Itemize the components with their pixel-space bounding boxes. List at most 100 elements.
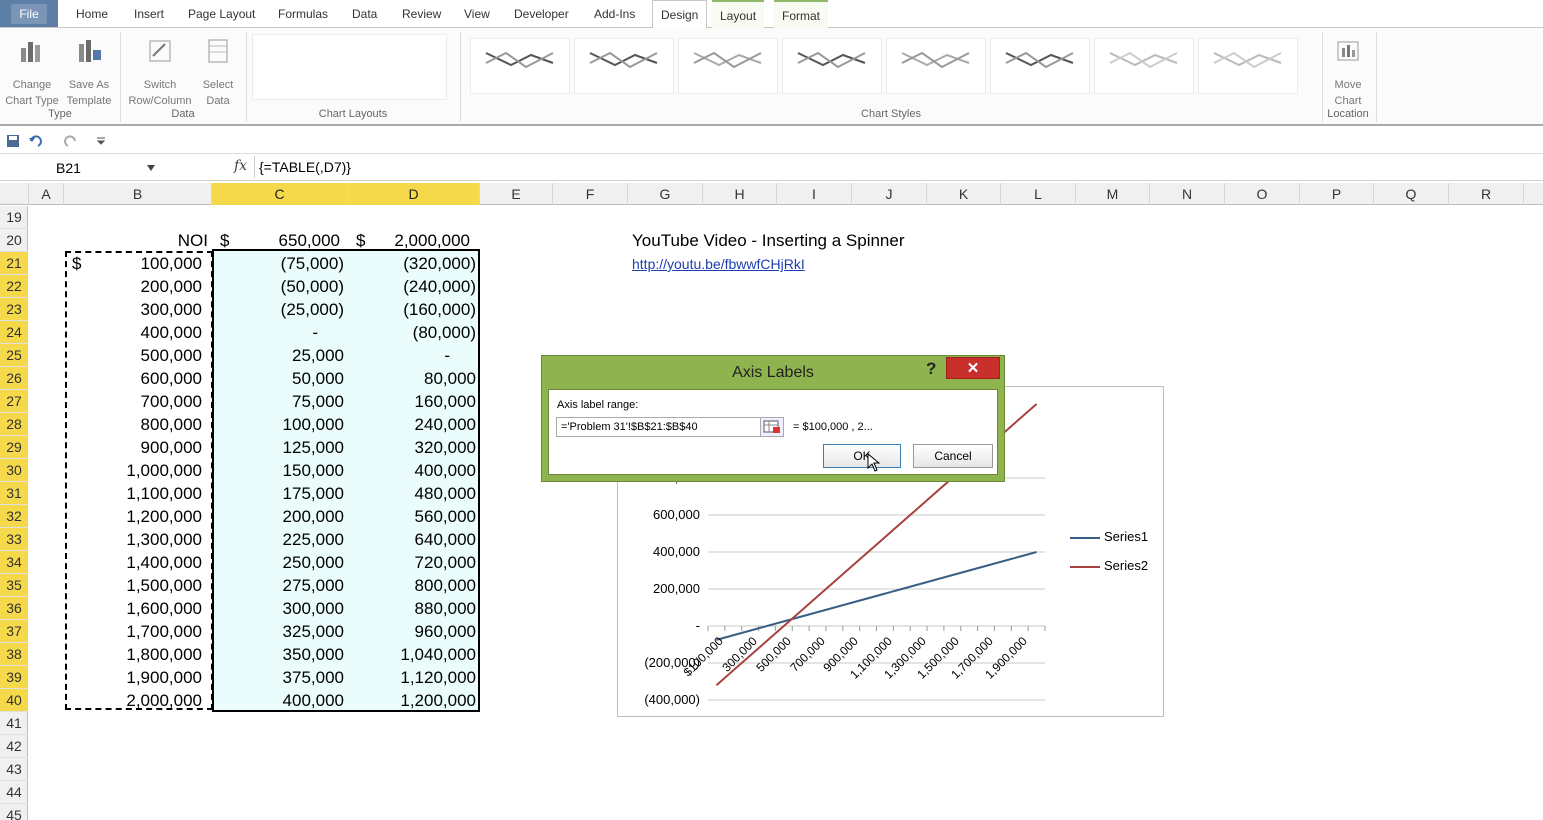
- row-header[interactable]: 45: [0, 804, 28, 820]
- table-cell-b[interactable]: 1,600,000: [80, 597, 202, 620]
- table-cell-c[interactable]: 50,000: [220, 367, 344, 390]
- save-as-template-button[interactable]: Save As Template: [62, 36, 116, 109]
- tab-format[interactable]: Format: [774, 0, 829, 28]
- cell-header-c[interactable]: 650,000: [230, 229, 340, 252]
- table-cell-d[interactable]: 80,000: [356, 367, 476, 390]
- row-header[interactable]: 44: [0, 781, 28, 804]
- row-header[interactable]: 26: [0, 367, 28, 390]
- row-header[interactable]: 30: [0, 459, 28, 482]
- column-header-p[interactable]: P: [1300, 183, 1374, 205]
- tab-file[interactable]: File: [0, 0, 58, 27]
- table-cell-d[interactable]: 480,000: [356, 482, 476, 505]
- table-cell-c[interactable]: (50,000): [220, 275, 344, 298]
- table-cell-c[interactable]: 375,000: [220, 666, 344, 689]
- table-cell-c[interactable]: 325,000: [220, 620, 344, 643]
- table-cell-b[interactable]: 200,000: [80, 275, 202, 298]
- table-cell-d[interactable]: 320,000: [356, 436, 476, 459]
- table-cell-c[interactable]: 175,000: [220, 482, 344, 505]
- select-data-button[interactable]: Select Data: [198, 36, 238, 109]
- row-header[interactable]: 42: [0, 735, 28, 758]
- customize-toolbar-icon[interactable]: [96, 136, 106, 146]
- table-cell-c[interactable]: 150,000: [220, 459, 344, 482]
- table-cell-b[interactable]: 1,400,000: [80, 551, 202, 574]
- table-cell-b[interactable]: 400,000: [80, 321, 202, 344]
- chart-style-thumb[interactable]: [574, 38, 674, 94]
- tab-add-ins[interactable]: Add-Ins: [586, 0, 643, 28]
- table-cell-b[interactable]: 900,000: [80, 436, 202, 459]
- tab-formulas[interactable]: Formulas: [270, 0, 336, 28]
- chart-style-thumb[interactable]: [990, 38, 1090, 94]
- table-cell-b[interactable]: 100,000: [80, 252, 202, 275]
- table-cell-d[interactable]: 1,120,000: [356, 666, 476, 689]
- cell-header-d[interactable]: 2,000,000: [370, 229, 470, 252]
- column-header-k[interactable]: K: [927, 183, 1001, 205]
- row-header[interactable]: 31: [0, 482, 28, 505]
- range-picker-button[interactable]: [760, 417, 784, 437]
- row-header[interactable]: 40: [0, 689, 28, 712]
- insert-function-icon[interactable]: fx: [234, 158, 247, 174]
- table-cell-b[interactable]: 1,000,000: [80, 459, 202, 482]
- row-header[interactable]: 37: [0, 620, 28, 643]
- table-cell-d[interactable]: (240,000): [356, 275, 476, 298]
- row-header[interactable]: 24: [0, 321, 28, 344]
- table-cell-d[interactable]: -: [356, 344, 476, 367]
- column-header-n[interactable]: N: [1150, 183, 1225, 205]
- video-link[interactable]: http://youtu.be/fbwwfCHjRkI: [632, 253, 805, 276]
- column-header-r[interactable]: R: [1449, 183, 1524, 205]
- table-cell-c[interactable]: (25,000): [220, 298, 344, 321]
- column-header-f[interactable]: F: [553, 183, 628, 205]
- cell-noi-label[interactable]: NOI: [64, 229, 208, 252]
- row-header[interactable]: 28: [0, 413, 28, 436]
- row-header[interactable]: 32: [0, 505, 28, 528]
- switch-row-column-button[interactable]: Switch Row/Column: [124, 36, 196, 109]
- table-cell-c[interactable]: 200,000: [220, 505, 344, 528]
- table-cell-d[interactable]: (80,000): [356, 321, 476, 344]
- row-header[interactable]: 25: [0, 344, 28, 367]
- chevron-down-icon[interactable]: [146, 164, 156, 172]
- table-cell-c[interactable]: 100,000: [220, 413, 344, 436]
- close-button[interactable]: ✕: [946, 357, 1000, 379]
- row-header[interactable]: 34: [0, 551, 28, 574]
- table-cell-b[interactable]: 1,700,000: [80, 620, 202, 643]
- table-cell-b[interactable]: 800,000: [80, 413, 202, 436]
- table-cell-d[interactable]: 560,000: [356, 505, 476, 528]
- row-header[interactable]: 29: [0, 436, 28, 459]
- tab-review[interactable]: Review: [394, 0, 449, 28]
- row-header[interactable]: 33: [0, 528, 28, 551]
- chart-style-thumb[interactable]: [886, 38, 986, 94]
- table-cell-b[interactable]: 2,000,000: [80, 689, 202, 712]
- table-cell-d[interactable]: (160,000): [356, 298, 476, 321]
- table-cell-d[interactable]: 880,000: [356, 597, 476, 620]
- chart-style-thumb[interactable]: [782, 38, 882, 94]
- table-cell-b[interactable]: 1,100,000: [80, 482, 202, 505]
- column-header-c[interactable]: C: [212, 183, 348, 205]
- undo-icon[interactable]: [28, 134, 48, 148]
- column-header-l[interactable]: L: [1001, 183, 1076, 205]
- table-cell-b[interactable]: 1,500,000: [80, 574, 202, 597]
- tab-data[interactable]: Data: [344, 0, 385, 28]
- move-chart-button[interactable]: Move Chart: [1326, 36, 1370, 109]
- table-cell-d[interactable]: 1,200,000: [356, 689, 476, 712]
- row-header[interactable]: 35: [0, 574, 28, 597]
- column-header-q[interactable]: Q: [1374, 183, 1449, 205]
- table-cell-c[interactable]: 400,000: [220, 689, 344, 712]
- table-cell-b[interactable]: 300,000: [80, 298, 202, 321]
- row-header[interactable]: 20: [0, 229, 28, 252]
- table-cell-d[interactable]: (320,000): [356, 252, 476, 275]
- table-cell-d[interactable]: 720,000: [356, 551, 476, 574]
- column-header-a[interactable]: A: [29, 183, 64, 205]
- table-cell-d[interactable]: 400,000: [356, 459, 476, 482]
- table-cell-d[interactable]: 1,040,000: [356, 643, 476, 666]
- save-icon[interactable]: [6, 134, 20, 148]
- row-header[interactable]: 27: [0, 390, 28, 413]
- chart-style-thumb[interactable]: [678, 38, 778, 94]
- table-cell-b[interactable]: 1,900,000: [80, 666, 202, 689]
- table-cell-c[interactable]: 25,000: [220, 344, 344, 367]
- row-header[interactable]: 43: [0, 758, 28, 781]
- name-box[interactable]: B21: [4, 158, 160, 178]
- chart-style-thumb[interactable]: [1198, 38, 1298, 94]
- table-cell-c[interactable]: 125,000: [220, 436, 344, 459]
- tab-insert[interactable]: Insert: [126, 0, 172, 28]
- row-header[interactable]: 21: [0, 252, 28, 275]
- table-cell-c[interactable]: 250,000: [220, 551, 344, 574]
